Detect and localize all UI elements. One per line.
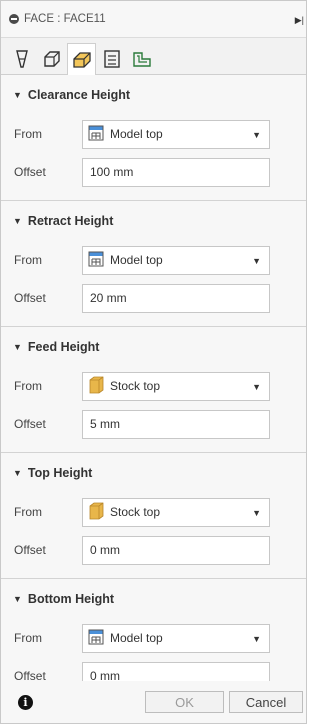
offset-row: Offset 20 mm [1, 279, 306, 317]
from-dropdown[interactable]: Model top ▼ [82, 623, 270, 653]
offset-value: 5 mm [90, 417, 120, 431]
stock-icon [88, 376, 104, 397]
tab-passes[interactable] [97, 43, 126, 74]
from-value: Model top [110, 631, 163, 645]
offset-label: Offset [14, 165, 46, 179]
info-icon[interactable]: i [18, 694, 33, 710]
from-label: From [14, 505, 42, 519]
ok-button[interactable]: OK [145, 691, 224, 713]
from-value: Model top [110, 253, 163, 267]
section-header[interactable]: ▼ Top Height [1, 453, 306, 493]
from-row: From Model top ▼ [1, 619, 306, 657]
tab-geometry[interactable] [37, 43, 66, 74]
operation-icon [9, 14, 19, 24]
expand-triangle-icon: ▼ [13, 90, 22, 100]
offset-row: Offset 100 mm [1, 153, 306, 191]
offset-row: Offset 0 mm [1, 531, 306, 569]
heights-panel: FACE : FACE11 ▶| ▼ Clearance Height From… [0, 0, 307, 724]
section-title: Clearance Height [27, 88, 131, 102]
from-row: From Stock top ▼ [1, 367, 306, 405]
model-icon [88, 125, 104, 144]
tab-strip [1, 38, 306, 75]
expand-triangle-icon: ▼ [13, 468, 22, 478]
height-section-1: ▼ Retract Height From Model top ▼ Offset… [1, 201, 306, 327]
from-label: From [14, 379, 42, 393]
panel-title: FACE : FACE11 [24, 13, 106, 25]
section-title: Feed Height [27, 340, 100, 354]
section-title: Top Height [27, 466, 93, 480]
section-header[interactable]: ▼ Feed Height [1, 327, 306, 367]
offset-value: 0 mm [90, 543, 120, 557]
offset-input[interactable]: 0 mm [82, 535, 270, 565]
offset-label: Offset [14, 543, 46, 557]
dialog-footer: i OK Cancel [1, 681, 306, 723]
section-header[interactable]: ▼ Clearance Height [1, 75, 306, 115]
offset-input[interactable]: 20 mm [82, 283, 270, 313]
offset-input[interactable]: 5 mm [82, 409, 270, 439]
title-bar: FACE : FACE11 ▶| [1, 1, 306, 38]
from-value: Model top [110, 127, 163, 141]
from-label: From [14, 253, 42, 267]
from-label: From [14, 631, 42, 645]
from-row: From Model top ▼ [1, 241, 306, 279]
linking-tab-icon [132, 52, 151, 67]
section-title: Bottom Height [27, 592, 115, 606]
from-dropdown[interactable]: Stock top ▼ [82, 371, 270, 401]
section-title: Retract Height [27, 214, 114, 228]
height-section-3: ▼ Top Height From Stock top ▼ Offset 0 m… [1, 453, 306, 579]
from-row: From Stock top ▼ [1, 493, 306, 531]
section-header[interactable]: ▼ Retract Height [1, 201, 306, 241]
height-section-2: ▼ Feed Height From Stock top ▼ Offset 5 … [1, 327, 306, 453]
tool-tab-icon [15, 50, 28, 68]
model-icon [88, 251, 104, 270]
section-header[interactable]: ▼ Bottom Height [1, 579, 306, 619]
offset-label: Offset [14, 291, 46, 305]
tab-tool[interactable] [7, 43, 36, 74]
dropdown-caret-icon: ▼ [252, 633, 261, 644]
height-section-0: ▼ Clearance Height From Model top ▼ Offs… [1, 75, 306, 201]
heights-tab-icon [72, 51, 91, 68]
tab-linking[interactable] [127, 43, 156, 74]
passes-tab-icon [103, 50, 120, 68]
dropdown-caret-icon: ▼ [252, 381, 261, 392]
dropdown-caret-icon: ▼ [252, 507, 261, 518]
expand-triangle-icon: ▼ [13, 342, 22, 352]
offset-value: 20 mm [90, 291, 127, 305]
offset-row: Offset 5 mm [1, 405, 306, 443]
geometry-tab-icon [43, 51, 60, 67]
offset-label: Offset [14, 417, 46, 431]
dropdown-caret-icon: ▼ [252, 255, 261, 266]
dropdown-caret-icon: ▼ [252, 129, 261, 140]
stock-icon [88, 502, 104, 523]
offset-value: 100 mm [90, 165, 134, 179]
from-dropdown[interactable]: Model top ▼ [82, 245, 270, 275]
from-dropdown[interactable]: Stock top ▼ [82, 497, 270, 527]
tab-heights[interactable] [67, 43, 96, 75]
collapse-icon[interactable]: ▶| [295, 15, 304, 26]
from-value: Stock top [110, 505, 161, 519]
expand-triangle-icon: ▼ [13, 216, 22, 226]
offset-input[interactable]: 100 mm [82, 157, 270, 187]
from-value: Stock top [110, 379, 161, 393]
cancel-button[interactable]: Cancel [229, 691, 303, 713]
from-dropdown[interactable]: Model top ▼ [82, 119, 270, 149]
expand-triangle-icon: ▼ [13, 594, 22, 604]
from-label: From [14, 127, 42, 141]
model-icon [88, 629, 104, 648]
from-row: From Model top ▼ [1, 115, 306, 153]
